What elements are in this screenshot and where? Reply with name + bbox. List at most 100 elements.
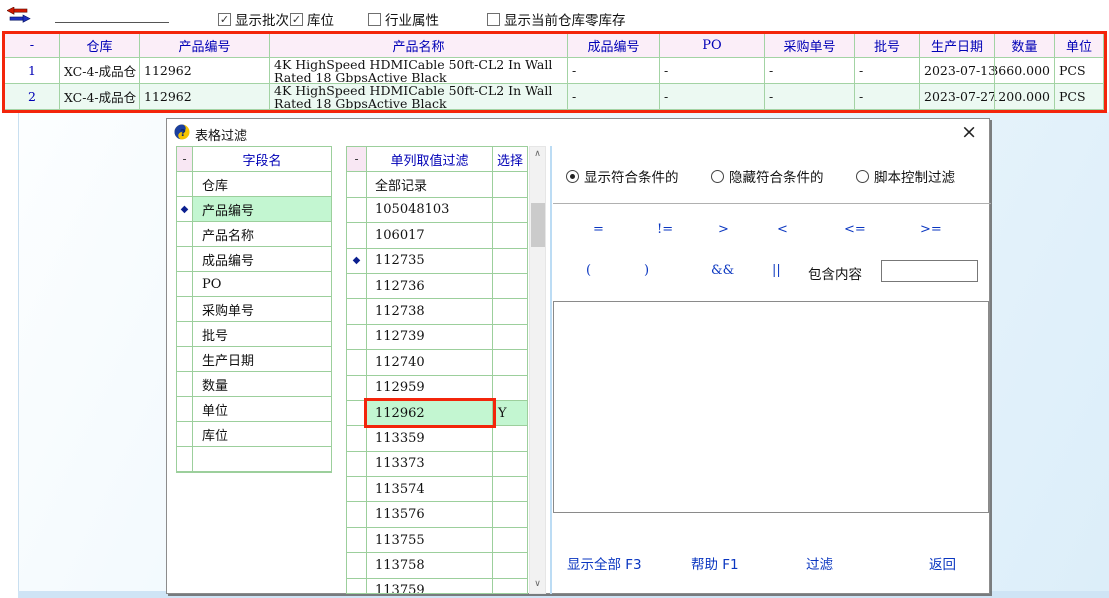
operator->=[interactable]: >= <box>920 222 942 237</box>
operator-)[interactable]: ) <box>644 263 649 278</box>
scrollbar-thumb[interactable] <box>531 203 545 247</box>
checkbox-显示批次[interactable]: ✓显示批次 <box>218 9 289 29</box>
checkbox-box-icon[interactable]: ✓ <box>218 13 231 26</box>
value-cell[interactable]: 112739 <box>367 325 493 349</box>
value-row[interactable]: 112959 <box>347 376 527 401</box>
field-name-header[interactable]: 字段名 <box>193 147 331 171</box>
field-row[interactable]: 批号 <box>177 322 331 347</box>
column-header[interactable]: 仓库 <box>60 34 140 58</box>
table-cell[interactable]: 112962 <box>140 58 270 84</box>
column-header[interactable]: 单位 <box>1055 34 1104 58</box>
radio-显示符合条件的[interactable]: 显示符合条件的 <box>566 166 679 186</box>
column-header[interactable]: - <box>5 34 60 58</box>
radio-隐藏符合条件的[interactable]: 隐藏符合条件的 <box>711 166 824 186</box>
field-row[interactable]: 仓库 <box>177 172 331 197</box>
table-cell[interactable]: XC-4-成品仓 <box>60 58 140 84</box>
choice-cell[interactable] <box>493 249 527 273</box>
value-row[interactable]: 113574 <box>347 477 527 502</box>
field-row[interactable] <box>177 447 331 472</box>
column-header[interactable]: 批号 <box>855 34 920 58</box>
table-cell[interactable]: 1200.000 <box>995 84 1055 110</box>
table-cell[interactable]: PCS <box>1055 84 1104 110</box>
choice-cell[interactable] <box>493 502 527 526</box>
value-row[interactable]: ◆112735 <box>347 249 527 274</box>
choice-cell[interactable] <box>493 376 527 400</box>
operator-||[interactable]: || <box>772 263 781 278</box>
table-cell[interactable]: PCS <box>1055 58 1104 84</box>
value-row[interactable]: 113755 <box>347 528 527 553</box>
field-row[interactable]: PO <box>177 272 331 297</box>
table-cell[interactable]: - <box>660 58 765 84</box>
value-row[interactable]: 112738 <box>347 299 527 324</box>
value-cell[interactable]: 112735 <box>367 249 493 273</box>
column-header[interactable]: 数量 <box>995 34 1055 58</box>
table-cell[interactable]: - <box>855 84 920 110</box>
choice-cell[interactable] <box>493 477 527 501</box>
field-name-cell[interactable]: 成品编号 <box>193 247 331 271</box>
value-row[interactable]: 112740 <box>347 350 527 375</box>
table-cell[interactable]: - <box>660 84 765 110</box>
table-cell[interactable]: - <box>568 58 660 84</box>
action-返回[interactable]: 返回 <box>929 553 956 573</box>
choice-cell[interactable] <box>493 452 527 476</box>
field-name-cell[interactable]: 生产日期 <box>193 347 331 371</box>
choice-cell[interactable] <box>493 223 527 247</box>
field-name-cell[interactable]: 数量 <box>193 372 331 396</box>
radio-button-icon[interactable] <box>566 170 579 183</box>
marker-column-header[interactable]: - <box>177 147 193 171</box>
value-row[interactable]: 106017 <box>347 223 527 248</box>
choice-cell[interactable] <box>493 172 527 196</box>
field-name-cell[interactable]: PO <box>193 272 331 296</box>
choice-cell[interactable] <box>493 528 527 552</box>
value-cell[interactable]: 113373 <box>367 452 493 476</box>
action-帮助 F1[interactable]: 帮助 F1 <box>691 553 739 573</box>
value-row[interactable]: 112736 <box>347 274 527 299</box>
value-cell[interactable]: 112736 <box>367 274 493 298</box>
value-cell[interactable]: 112959 <box>367 376 493 400</box>
field-row[interactable]: 数量 <box>177 372 331 397</box>
choice-cell[interactable] <box>493 325 527 349</box>
table-cell[interactable]: XC-4-成品仓 <box>60 84 140 110</box>
table-cell[interactable]: - <box>568 84 660 110</box>
choice-cell[interactable] <box>493 553 527 577</box>
value-cell[interactable]: 112740 <box>367 350 493 374</box>
checkbox-box-icon[interactable] <box>487 13 500 26</box>
field-row[interactable]: 单位 <box>177 397 331 422</box>
field-name-cell[interactable]: 库位 <box>193 422 331 446</box>
choice-cell[interactable] <box>493 274 527 298</box>
operator->[interactable]: > <box>718 222 729 237</box>
checkbox-box-icon[interactable] <box>368 13 381 26</box>
radio-button-icon[interactable] <box>856 170 869 183</box>
table-cell[interactable]: - <box>765 84 855 110</box>
marker-column-header[interactable]: - <box>347 147 367 171</box>
radio-脚本控制过滤[interactable]: 脚本控制过滤 <box>856 166 955 186</box>
swap-arrows-icon[interactable] <box>7 7 31 23</box>
field-name-cell[interactable]: 单位 <box>193 397 331 421</box>
value-cell[interactable]: 113755 <box>367 528 493 552</box>
quick-search-input[interactable] <box>55 8 169 23</box>
value-list-scrollbar[interactable]: ∧ ∨ <box>529 146 546 594</box>
field-name-cell[interactable]: 仓库 <box>193 172 331 196</box>
field-name-cell[interactable]: 产品名称 <box>193 222 331 246</box>
operator-<=[interactable]: <= <box>844 222 866 237</box>
checkbox-行业属性[interactable]: 行业属性 <box>368 9 439 29</box>
operator-=[interactable]: = <box>593 222 604 237</box>
table-cell[interactable]: - <box>765 58 855 84</box>
field-row[interactable]: ◆产品编号 <box>177 197 331 222</box>
choice-cell[interactable]: Y <box>493 401 527 425</box>
value-row[interactable]: 113576 <box>347 502 527 527</box>
value-row[interactable]: 113359 <box>347 426 527 451</box>
contains-input[interactable] <box>881 260 978 282</box>
action-过滤[interactable]: 过滤 <box>806 553 833 573</box>
value-cell[interactable]: 全部记录 <box>367 172 493 196</box>
table-cell[interactable]: - <box>855 58 920 84</box>
value-row[interactable]: 112739 <box>347 325 527 350</box>
table-cell[interactable]: 112962 <box>140 84 270 110</box>
filter-expression-area[interactable] <box>553 301 989 513</box>
column-header[interactable]: 生产日期 <box>920 34 995 58</box>
value-cell[interactable]: 113574 <box>367 477 493 501</box>
column-header[interactable]: 产品编号 <box>140 34 270 58</box>
checkbox-显示当前仓库零库存[interactable]: 显示当前仓库零库存 <box>487 9 626 29</box>
table-cell[interactable]: 2 <box>5 84 60 110</box>
value-row[interactable]: 113759 <box>347 579 527 594</box>
